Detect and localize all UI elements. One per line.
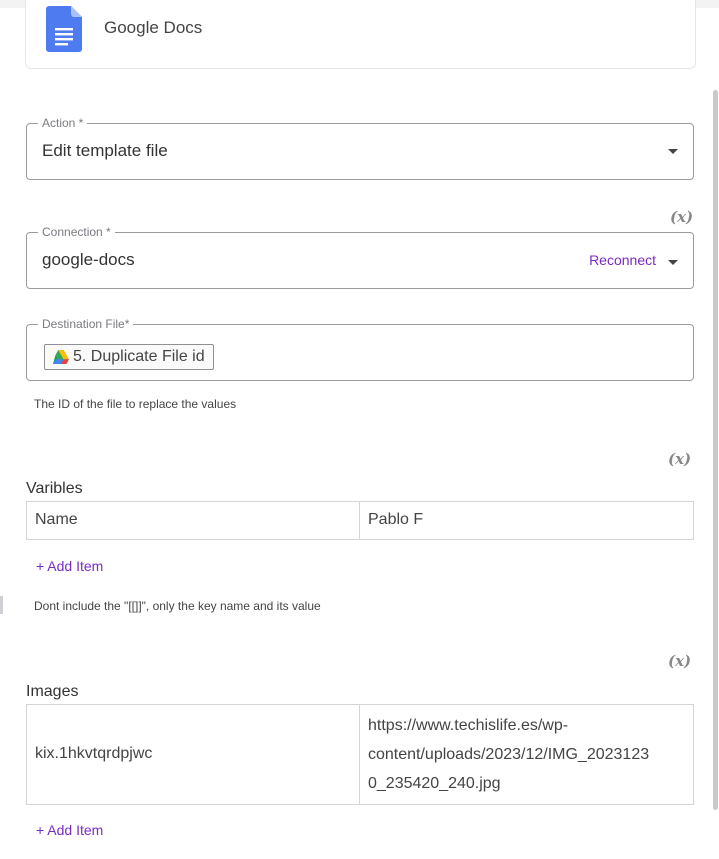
variables-label: Varibles [26,480,83,497]
image-url-line: content/uploads/2023/12/IMG_2023123 [368,746,650,763]
variable-key-input[interactable]: Name [35,511,78,539]
chevron-down-icon[interactable] [668,260,678,265]
images-table: kix.1hkvtqrdpjwc https://www.techislife.… [26,704,694,805]
step-config-panel: Google Docs Action * Edit template file … [0,0,719,859]
image-url-line: https://www.techislife.es/wp- [368,717,569,734]
action-label: Action * [38,116,88,130]
image-key-input[interactable]: kix.1hkvtqrdpjwc [35,745,152,804]
variables-fx-icon[interactable]: (x) [668,450,691,468]
google-docs-icon [46,6,82,52]
reconnect-link[interactable]: Reconnect [589,252,656,268]
variable-value-input[interactable]: Pablo F [368,511,423,539]
image-url-line: 0_235420_240.jpg [368,775,501,792]
google-drive-icon [53,350,69,364]
scrollbar[interactable] [713,90,718,810]
chevron-down-icon[interactable] [668,149,678,154]
edge-marker [0,596,3,614]
action-value: Edit template file [42,141,168,160]
images-fx-icon[interactable]: (x) [668,652,691,670]
destination-file-help: The ID of the file to replace the values [34,397,237,411]
destination-file-label: Destination File* [38,317,134,331]
action-select[interactable]: Action * Edit template file [26,116,694,180]
variables-table: Name Pablo F [26,501,694,540]
add-variable-item-button[interactable]: + Add Item [36,558,103,574]
column-divider [359,705,360,804]
image-value-input[interactable]: https://www.techislife.es/wp- content/up… [368,711,649,804]
app-name: Google Docs [104,18,203,37]
connection-fx-icon[interactable]: (x) [670,208,693,226]
connection-select[interactable]: Connection * google-docs Reconnect [26,225,694,289]
column-divider [359,502,360,539]
variable-chip-label: 5. Duplicate File id [73,348,205,365]
connection-label: Connection * [38,225,115,239]
destination-file-field[interactable]: Destination File* 5. Duplicate File id [26,317,694,381]
add-image-item-button[interactable]: + Add Item [36,822,103,838]
variable-chip[interactable]: 5. Duplicate File id [44,344,214,370]
variables-help: Dont include the "[[]]", only the key na… [34,599,321,613]
images-label: Images [26,683,79,700]
connection-value: google-docs [42,250,135,269]
